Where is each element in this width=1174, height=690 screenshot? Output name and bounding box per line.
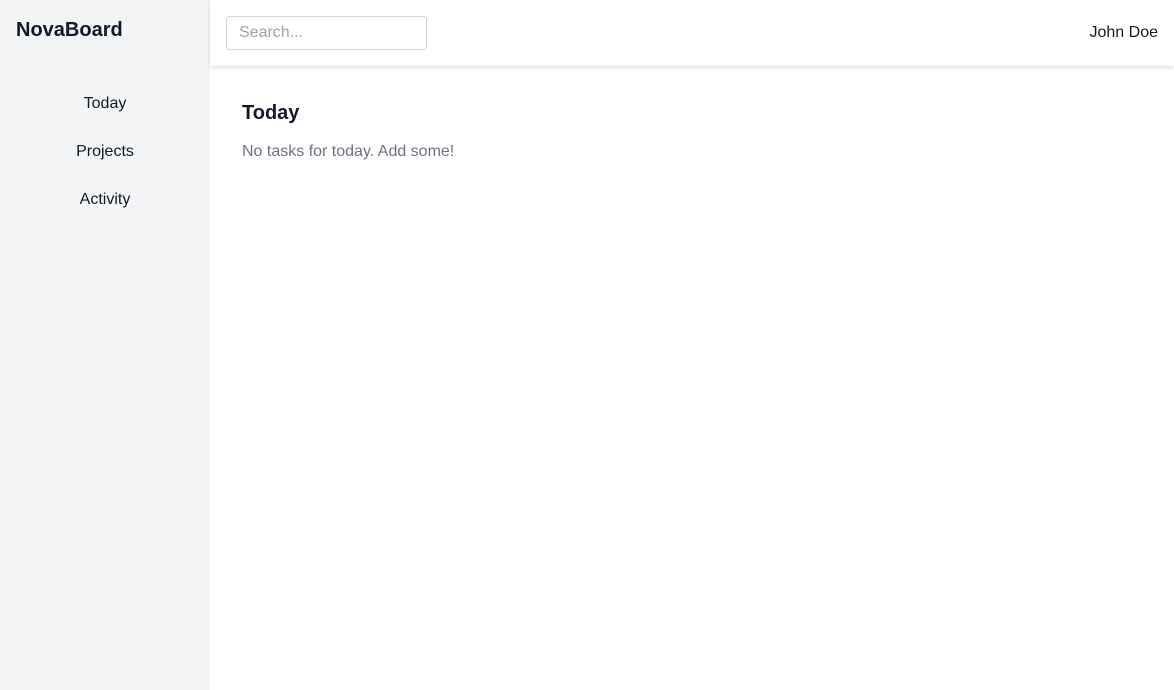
page-title: Today [242,102,300,124]
top-bar: John Doe [210,0,1174,66]
search-input[interactable] [226,16,427,50]
app-root: NovaBoard Today Projects Activity John D… [0,0,1174,690]
main-content: Today No tasks for today. Add some! [242,100,454,162]
main-area: John Doe Today No tasks for today. Add s… [210,0,1174,690]
sidebar-nav: Today Projects Activity [0,80,210,224]
user-menu[interactable]: John Doe [1090,22,1159,44]
empty-state-message: No tasks for today. Add some! [242,143,455,160]
brand-logo[interactable]: NovaBoard [16,18,123,42]
sidebar-item-activity[interactable]: Activity [0,176,210,224]
sidebar: NovaBoard Today Projects Activity [0,0,210,690]
sidebar-item-projects[interactable]: Projects [0,128,210,176]
sidebar-item-today[interactable]: Today [0,80,210,128]
